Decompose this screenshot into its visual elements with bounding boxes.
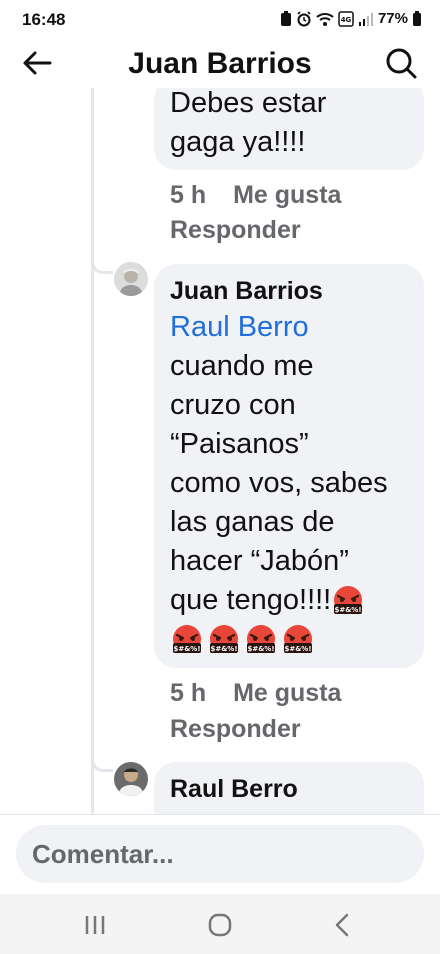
home-icon	[208, 913, 232, 937]
comment-text-line: que tengo!!!! $#&%!	[170, 581, 408, 620]
volte-icon: 4G	[338, 10, 354, 27]
thread-connector-line	[91, 88, 94, 814]
comment-text-last: que tengo!!!!	[170, 584, 332, 616]
comment-author[interactable]: Juan Barrios	[170, 274, 408, 308]
battery-saver-icon	[280, 10, 291, 26]
comment-text-line: hacer “Jabón”	[170, 545, 349, 577]
comment-text-line: gaga ya!!!!	[170, 126, 306, 158]
comment-thread[interactable]: Debes estar gaga ya!!!! 5 h Me gusta Res…	[0, 88, 440, 814]
wifi-icon	[316, 12, 334, 26]
comment-text-line: “Paisanos”	[170, 428, 309, 460]
comment-text-line: como vos, sabes	[170, 467, 388, 499]
svg-text:$#&%!: $#&%!	[210, 645, 237, 653]
face-with-symbols-on-mouth-emoji: $#&%!	[284, 625, 312, 654]
comment-composer: Comentar...	[0, 814, 440, 894]
recent-apps-icon	[85, 916, 105, 934]
thread-branch	[91, 760, 113, 772]
avatar[interactable]	[114, 262, 148, 296]
search-button[interactable]	[384, 46, 418, 80]
avatar[interactable]	[114, 762, 148, 796]
like-link[interactable]: Me gusta	[233, 181, 341, 209]
comment-bubble[interactable]: Debes estar gaga ya!!!!	[154, 88, 424, 170]
mention-link[interactable]: Raul Berro	[170, 308, 408, 347]
reply-link[interactable]: Responder	[170, 715, 301, 744]
comment-text-line: las ganas de	[170, 506, 335, 538]
page-title: Juan Barrios	[128, 47, 312, 80]
back-nav-button[interactable]	[326, 908, 360, 942]
face-with-symbols-on-mouth-emoji: $#&%!	[247, 625, 275, 654]
svg-text:$#&%!: $#&%!	[247, 645, 274, 653]
back-icon	[335, 913, 349, 937]
recent-apps-button[interactable]	[78, 908, 112, 942]
comment-time: 5 h	[170, 181, 207, 209]
comment-input[interactable]: Comentar...	[16, 825, 424, 883]
emoji-row: $#&%! $#&%! $#&%! $#&%!	[170, 620, 408, 656]
system-nav-bar	[0, 894, 440, 954]
comment-text-line: cuando me	[170, 350, 314, 382]
app-header: Juan Barrios	[0, 40, 440, 88]
comment-meta: 5 h Me gusta	[170, 675, 361, 711]
emoji-inline: $#&%!	[331, 584, 368, 616]
avatar-raul-berro	[114, 762, 148, 796]
svg-text:$#&%!: $#&%!	[335, 606, 362, 614]
svg-text:4G: 4G	[341, 16, 352, 24]
comment-time: 5 h	[170, 679, 207, 707]
face-with-symbols-on-mouth-emoji: $#&%!	[173, 625, 201, 654]
avatar-juan-barrios	[114, 262, 148, 296]
comment-meta: 5 h Me gusta	[170, 177, 361, 213]
home-button[interactable]	[203, 908, 237, 942]
face-with-symbols-on-mouth-emoji: $#&%!	[334, 586, 363, 615]
battery-icon	[413, 10, 421, 26]
thread-branch	[91, 262, 113, 274]
svg-text:$#&%!: $#&%!	[284, 645, 311, 653]
status-time: 16:48	[22, 10, 66, 29]
reply-link[interactable]: Responder	[170, 216, 301, 245]
search-icon	[386, 48, 417, 79]
status-bar: 16:48 4G 77%	[0, 0, 440, 40]
svg-text:$#&%!: $#&%!	[173, 645, 200, 653]
comment-author[interactable]: Raul Berro	[170, 772, 408, 806]
like-link[interactable]: Me gusta	[233, 679, 341, 707]
status-icons: 4G 77%	[280, 10, 422, 27]
comment-text-line: Debes estar	[170, 88, 327, 119]
comment-bubble[interactable]: Juan Barrios Raul Berro cuando me cruzo …	[154, 264, 424, 668]
battery-percent: 77%	[377, 10, 408, 27]
face-with-symbols-on-mouth-emoji: $#&%!	[210, 625, 238, 654]
comment-bubble[interactable]: Raul Berro	[154, 762, 424, 814]
comment-text-line: cruzo con	[170, 389, 296, 421]
signal-icon	[358, 12, 373, 26]
alarm-icon	[297, 10, 311, 26]
